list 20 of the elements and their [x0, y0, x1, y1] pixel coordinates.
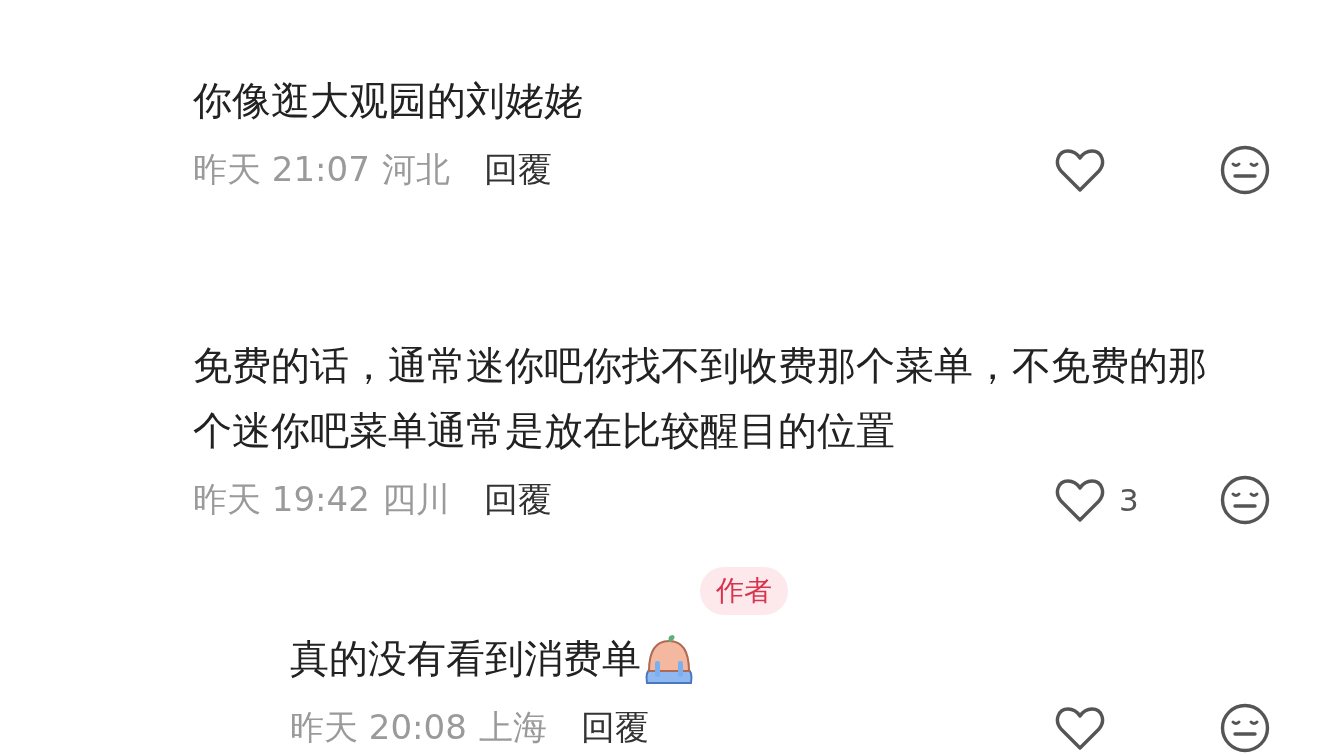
comment-location: 上海 — [478, 706, 547, 749]
reply-link[interactable]: 回覆 — [483, 147, 552, 193]
comment-time: 昨天 19:42 — [193, 478, 370, 521]
heart-icon[interactable] — [1055, 705, 1105, 751]
comment-time: 昨天 20:08 — [290, 706, 467, 749]
comment-text: 真的没有看到消费单 — [290, 635, 641, 683]
comment-time: 昨天 21:07 — [193, 148, 370, 191]
like-count: 3 — [1119, 482, 1139, 518]
reply-link[interactable]: 回覆 — [483, 477, 552, 523]
heart-icon[interactable] — [1055, 147, 1105, 193]
neutral-face-icon[interactable] — [1220, 145, 1270, 195]
heart-icon[interactable] — [1055, 477, 1105, 523]
comment-text: 免费的话，通常迷你吧你找不到收费那个菜单，不免费的那个迷你吧菜单通常是放在比较醒目的位置 — [193, 342, 1208, 455]
neutral-face-icon[interactable] — [1220, 475, 1270, 525]
reply-link[interactable]: 回覆 — [580, 705, 649, 751]
author-badge: 作者 — [700, 567, 788, 615]
comment-text: 你像逛大观园的刘姥姥 — [193, 77, 584, 125]
comment-location: 河北 — [381, 148, 450, 191]
comment-location: 四川 — [381, 478, 450, 521]
neutral-face-icon[interactable] — [1220, 703, 1270, 753]
